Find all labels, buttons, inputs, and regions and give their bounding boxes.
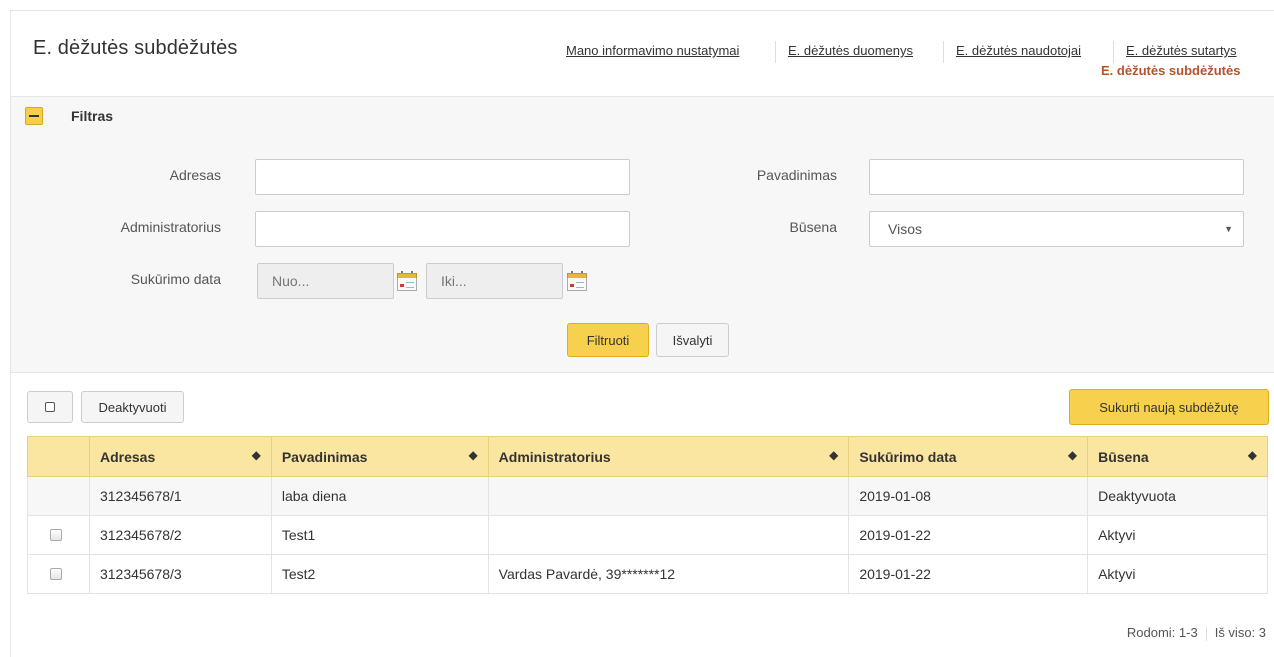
main-panel: E. dėžutės subdėžutės Mano informavimo n… [10,10,1274,657]
column-header-created-date[interactable]: Sukūrimo data ◆ [848,436,1089,477]
create-subbox-button[interactable]: Sukurti naują subdėžutę [1069,389,1269,425]
filter-title: Filtras [71,108,114,124]
address-input[interactable] [255,159,630,195]
column-header-name[interactable]: Pavadinimas ◆ [270,436,489,477]
address-label: Adresas [169,167,221,183]
date-from-input[interactable] [257,263,394,299]
nav-separator [1113,41,1114,63]
status-label: Būsena [789,219,837,235]
page-header: E. dėžutės subdėžutės Mano informavimo n… [11,11,1274,97]
cell-status: Deaktyvuota [1087,476,1268,516]
nav-separator [775,41,776,63]
row-select-cell [27,554,90,594]
filter-panel: Filtras Adresas Pavadinimas Administrato… [11,97,1274,373]
status-select[interactable]: Visos ▼ [869,211,1244,247]
sort-icon: ◆ [1067,448,1078,462]
cell-address: 312345678/2 [88,515,272,555]
cell-created-date: 2019-01-22 [848,515,1089,555]
filter-collapse-button[interactable] [25,107,43,125]
sort-icon: ◆ [251,448,261,462]
page-title: E. dėžutės subdėžutės [33,37,238,59]
nav-link-subboxes-active: E. dėžutės subdėžutės [1101,63,1241,78]
pagination-info: Rodomi: 1-3 Iš viso: 3 [1127,625,1266,641]
cell-administrator [487,515,850,555]
total-count: Iš viso: 3 [1214,625,1266,640]
sort-icon: ◆ [829,448,839,462]
cell-created-date: 2019-01-22 [848,554,1089,594]
checkbox-icon [45,402,55,412]
administrator-label: Administratorius [120,219,221,235]
deactivate-button[interactable]: Deaktyvuoti [81,391,184,423]
table-row: 312345678/1 laba diena 2019-01-08 Deakty… [27,476,1268,516]
column-header-select [27,436,90,477]
subboxes-table: Adresas ◆ Pavadinimas ◆ Administratorius ◆ … [27,436,1268,594]
filter-button[interactable]: Filtruoti [567,323,649,357]
sort-icon: ◆ [1247,448,1257,462]
shown-range: Rodomi: 1-3 [1126,625,1198,640]
cell-status: Aktyvi [1087,515,1268,555]
minus-icon [29,115,39,117]
cell-name: Test2 [270,554,489,594]
cell-created-date: 2019-01-08 [848,476,1089,516]
nav-link-notification-settings[interactable]: Mano informavimo nustatymai [566,43,739,58]
column-header-address[interactable]: Adresas ◆ [88,436,272,477]
date-to-input[interactable] [426,263,563,299]
select-all-checkbox[interactable] [27,391,73,423]
cell-name: laba diena [270,476,489,516]
cell-name: Test1 [270,515,489,555]
row-select-cell [27,476,90,516]
status-select-value: Visos [888,221,922,237]
cell-administrator [487,476,850,516]
nav-link-box-data[interactable]: E. dėžutės duomenys [788,43,913,58]
column-header-status[interactable]: Būsena ◆ [1087,436,1268,477]
administrator-input[interactable] [255,211,630,247]
row-checkbox[interactable] [50,529,62,541]
pager-separator [1205,626,1207,641]
sort-icon: ◆ [468,448,478,462]
calendar-icon[interactable] [397,271,417,291]
table-row: 312345678/3 Test2 Vardas Pavardė, 39****… [27,554,1268,594]
clear-button[interactable]: Išvalyti [656,323,729,357]
table-header-row: Adresas ◆ Pavadinimas ◆ Administratorius ◆ … [27,436,1268,477]
name-input[interactable] [869,159,1244,195]
caret-down-icon: ▼ [1224,224,1233,234]
nav-separator [943,41,944,63]
nav-link-box-contracts[interactable]: E. dėžutės sutartys [1126,43,1237,58]
row-select-cell [27,515,90,555]
nav-link-box-users[interactable]: E. dėžutės naudotojai [956,43,1081,58]
cell-address: 312345678/1 [88,476,272,516]
calendar-icon[interactable] [567,271,587,291]
cell-status: Aktyvi [1087,554,1268,594]
created-date-label: Sukūrimo data [130,271,221,287]
cell-administrator: Vardas Pavardė, 39*******12 [487,554,850,594]
top-navigation: Mano informavimo nustatymai E. dėžutės d… [566,41,1263,83]
name-label: Pavadinimas [756,167,837,183]
column-header-administrator[interactable]: Administratorius ◆ [487,436,850,477]
table-row: 312345678/2 Test1 2019-01-22 Aktyvi [27,515,1268,555]
cell-address: 312345678/3 [88,554,272,594]
row-checkbox[interactable] [50,568,62,580]
